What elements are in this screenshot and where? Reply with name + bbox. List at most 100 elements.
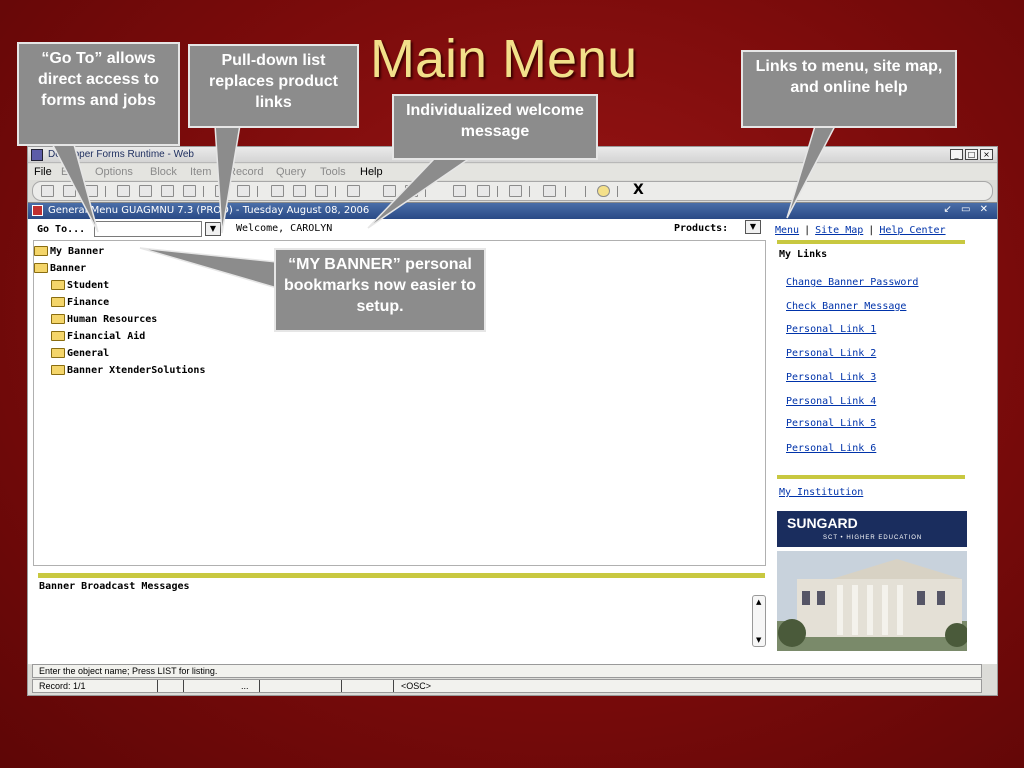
folder-icon — [34, 246, 48, 256]
goto-dropdown-icon[interactable]: ▼ — [205, 222, 221, 236]
welcome-message: Welcome, CAROLYN — [236, 223, 333, 234]
toolbar: X — [32, 181, 993, 201]
previous-block-icon[interactable] — [139, 185, 152, 197]
tree-node-finance[interactable]: Finance — [51, 294, 109, 310]
institution-divider — [777, 475, 965, 479]
menu-bar: File Edit Options Block Item Record Quer… — [28, 164, 997, 180]
back-icon[interactable] — [509, 185, 522, 197]
check-message-link[interactable]: Check Banner Message — [786, 301, 906, 312]
status-dots: ... — [241, 681, 249, 691]
tree-node-my-banner[interactable]: My Banner — [34, 243, 104, 259]
enter-query-icon[interactable] — [215, 185, 228, 197]
callout-welcome: Individualized welcome message — [392, 94, 598, 160]
folder-icon — [51, 280, 65, 290]
oracle-app-icon — [31, 149, 43, 161]
scroll-down-icon[interactable]: ▼ — [756, 636, 761, 644]
navigate-icon[interactable] — [543, 185, 556, 197]
status-record-line: Record: 1/1 ... <OSC> — [32, 679, 982, 693]
execute-query-icon[interactable] — [237, 185, 250, 197]
folder-icon — [51, 297, 65, 307]
status-hint: Enter the object name; Press LIST for li… — [32, 664, 982, 678]
tree-node-banner[interactable]: Banner — [34, 260, 86, 276]
tree-node-general[interactable]: General — [51, 345, 109, 361]
menu-help[interactable]: Help — [360, 166, 383, 178]
menu-block[interactable]: Block — [150, 166, 177, 178]
save-icon[interactable] — [41, 185, 54, 197]
menu-query[interactable]: Query — [276, 166, 306, 178]
products-dropdown-icon[interactable]: ▼ — [745, 220, 761, 234]
campus-building-image — [777, 551, 967, 651]
help-icon[interactable] — [597, 185, 610, 197]
status-bar: Enter the object name; Press LIST for li… — [32, 664, 993, 694]
my-institution-link[interactable]: My Institution — [779, 487, 863, 498]
edit-icon[interactable] — [477, 185, 490, 197]
close-icon[interactable]: × — [980, 149, 993, 160]
print-icon[interactable] — [63, 185, 76, 197]
sungard-logo: SUNGARD SCT • HIGHER EDUCATION — [777, 511, 967, 547]
callout-goto: “Go To” allows direct access to forms an… — [17, 42, 180, 146]
slide-background: Main Menu Developer Forms Runtime - Web … — [0, 0, 1024, 768]
rollback-icon[interactable] — [347, 185, 360, 197]
tree-node-xtender[interactable]: Banner XtenderSolutions — [51, 362, 205, 378]
general-menu-form: General Menu GUAGMNU 7.3 (PROD) - Tuesda… — [28, 202, 997, 664]
tree-node-financial-aid[interactable]: Financial Aid — [51, 328, 145, 344]
menu-item[interactable]: Item — [190, 166, 211, 178]
menu-file[interactable]: File — [34, 166, 52, 178]
my-links-title: My Links — [779, 249, 828, 260]
tree-node-student[interactable]: Student — [51, 277, 109, 293]
remove-record-icon[interactable] — [183, 185, 196, 197]
count-query-icon[interactable] — [293, 185, 306, 197]
callout-pulldown: Pull-down list replaces product links — [188, 44, 359, 128]
options-icon[interactable] — [453, 185, 466, 197]
minimize-icon[interactable]: _ — [950, 149, 963, 160]
cancel-query-icon[interactable] — [271, 185, 284, 197]
app-title: Developer Forms Runtime - Web — [48, 149, 194, 160]
folder-icon — [51, 314, 65, 324]
forms-runtime-window: Developer Forms Runtime - Web _ □ × File… — [27, 146, 998, 696]
exit-icon[interactable] — [85, 185, 98, 197]
folder-icon — [51, 365, 65, 375]
callout-links: Links to menu, site map, and online help — [741, 50, 957, 128]
personal-link-3[interactable]: Personal Link 3 — [786, 372, 876, 383]
open-folder-icon[interactable] — [383, 185, 396, 197]
form-icon — [32, 205, 43, 216]
personal-link-2[interactable]: Personal Link 2 — [786, 348, 876, 359]
scroll-up-icon[interactable]: ▲ — [756, 598, 761, 606]
personal-link-6[interactable]: Personal Link 6 — [786, 443, 876, 454]
folder-icon — [51, 348, 65, 358]
folder-icon — [34, 263, 48, 273]
personal-link-1[interactable]: Personal Link 1 — [786, 324, 876, 335]
next-block-icon[interactable] — [117, 185, 130, 197]
clear-form-icon[interactable] — [315, 185, 328, 197]
personal-link-4[interactable]: Personal Link 4 — [786, 396, 876, 407]
folder-icon — [51, 331, 65, 341]
tools-icon[interactable] — [405, 185, 418, 197]
menu-record[interactable]: Record — [228, 166, 263, 178]
personal-link-5[interactable]: Personal Link 5 — [786, 418, 876, 429]
broadcast-label: Banner Broadcast Messages — [39, 581, 190, 592]
menu-tools[interactable]: Tools — [320, 166, 346, 178]
maximize-icon[interactable]: □ — [965, 149, 978, 160]
goto-input[interactable] — [94, 221, 202, 237]
links-divider — [777, 240, 965, 244]
menu-edit[interactable]: Edit — [61, 166, 80, 178]
callout-my-banner: “MY BANNER” personal bookmarks now easie… — [274, 248, 486, 332]
change-password-link[interactable]: Change Banner Password — [786, 277, 918, 288]
goto-label: Go To... — [37, 224, 86, 235]
osc-indicator: <OSC> — [401, 681, 432, 691]
broadcast-divider — [38, 573, 765, 578]
form-title: General Menu GUAGMNU 7.3 (PROD) - Tuesda… — [48, 205, 370, 216]
tree-node-human-resources[interactable]: Human Resources — [51, 311, 157, 327]
products-label: Products: — [674, 223, 729, 234]
broadcast-scrollbar[interactable]: ▲ ▼ — [752, 595, 766, 647]
help-center-link[interactable]: Help Center — [879, 225, 945, 236]
record-count: Record: 1/1 — [39, 681, 86, 691]
form-window-controls-icon[interactable]: ↙ ▭ ✕ — [943, 204, 991, 215]
help-links-header: Menu | Site Map | Help Center — [775, 225, 946, 236]
insert-record-icon[interactable] — [161, 185, 174, 197]
menu-options[interactable]: Options — [95, 166, 133, 178]
menu-link[interactable]: Menu — [775, 225, 799, 236]
close-form-x-icon[interactable]: X — [633, 182, 644, 198]
site-map-link[interactable]: Site Map — [815, 225, 863, 236]
form-titlebar: General Menu GUAGMNU 7.3 (PROD) - Tuesda… — [28, 203, 997, 219]
